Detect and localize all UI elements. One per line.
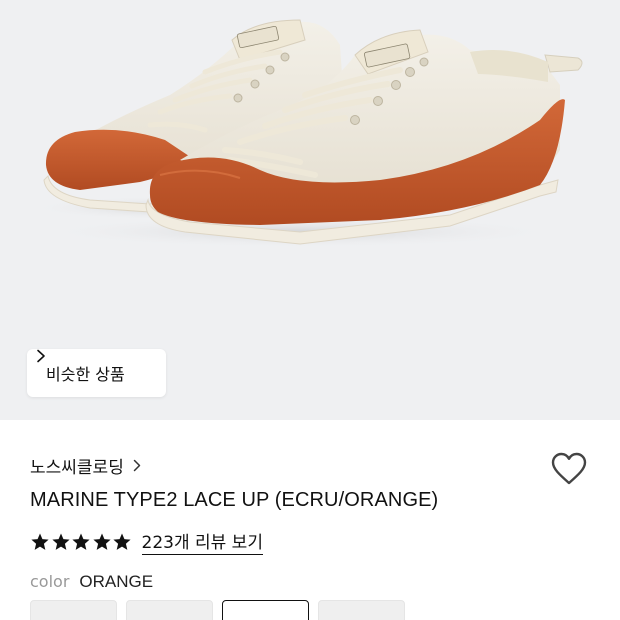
color-row: color ORANGE xyxy=(30,572,153,592)
color-label: color xyxy=(30,572,70,591)
star-icon xyxy=(72,533,90,550)
color-swatch[interactable] xyxy=(126,600,213,620)
star-rating xyxy=(30,532,133,552)
star-icon xyxy=(31,533,49,550)
similar-products-label: 비슷한 상품 xyxy=(46,365,125,384)
chevron-right-icon xyxy=(37,349,45,363)
product-image-area: 비슷한 상품 xyxy=(0,0,620,420)
similar-products-button[interactable]: 비슷한 상품 xyxy=(27,349,166,397)
color-swatch-selected[interactable] xyxy=(222,600,309,620)
heart-icon[interactable] xyxy=(551,452,587,486)
color-value: ORANGE xyxy=(79,572,154,591)
star-icon xyxy=(113,533,131,550)
product-title: MARINE TYPE2 LACE UP (ECRU/ORANGE) xyxy=(30,489,439,511)
color-swatch[interactable] xyxy=(318,600,405,620)
brand-name: 노스씨클로딩 xyxy=(30,458,124,478)
star-icon xyxy=(92,533,111,550)
color-swatch[interactable] xyxy=(30,600,117,620)
color-swatches xyxy=(30,600,620,620)
chevron-right-icon xyxy=(133,459,141,472)
rating-row: 223개 리뷰 보기 xyxy=(30,528,263,555)
brand-link[interactable]: 노스씨클로딩 xyxy=(30,453,141,478)
star-icon xyxy=(51,533,70,550)
review-link[interactable]: 223개 리뷰 보기 xyxy=(141,528,263,555)
